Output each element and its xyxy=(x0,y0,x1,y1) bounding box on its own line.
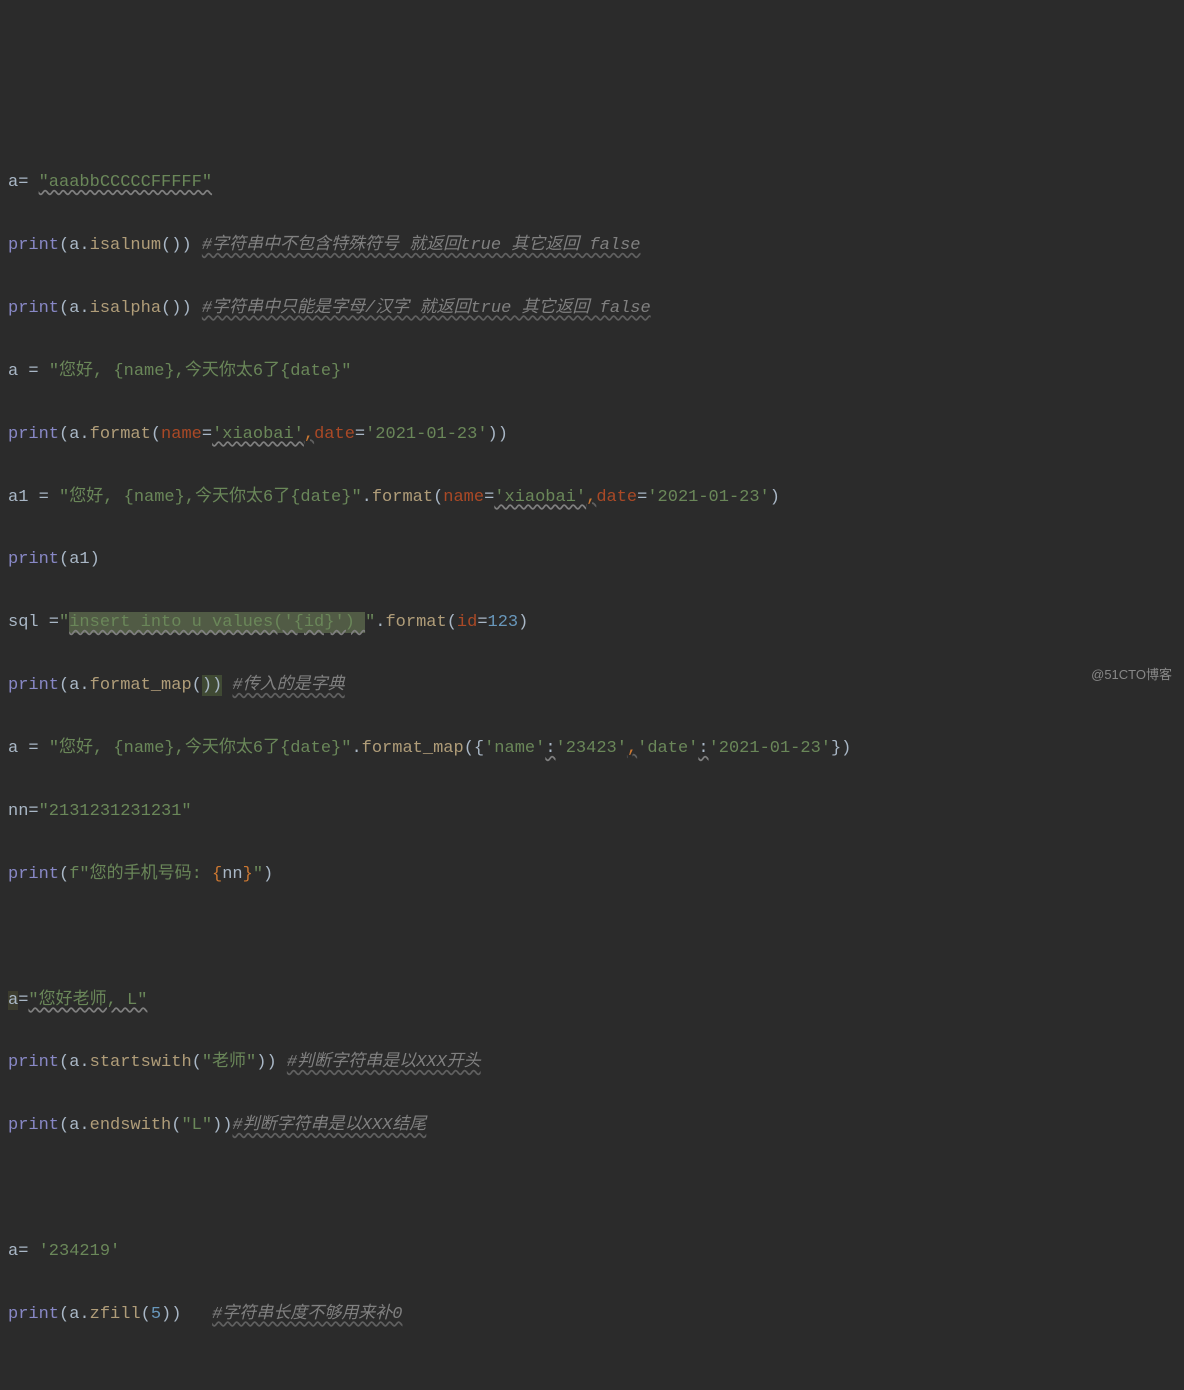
watermark: @51CTO博客 xyxy=(1091,663,1172,687)
code-editor: a= "aaabbCCCCCFFFFF" print(a.isalnum()) … xyxy=(8,136,1176,1362)
code-line-16: a= '234219' xyxy=(8,1236,1176,1267)
code-line-10: a = "您好, {name},今天你太6了{date}".format_map… xyxy=(8,733,1176,764)
code-line-13: a="您好老师, L" xyxy=(8,985,1176,1016)
code-line-12: print(f"您的手机号码: {nn}") xyxy=(8,859,1176,890)
code-line-4: a = "您好, {name},今天你太6了{date}" xyxy=(8,356,1176,387)
code-line-3: print(a.isalpha()) #字符串中只能是字母/汉字 就返回true… xyxy=(8,293,1176,324)
code-line-1: a= "aaabbCCCCCFFFFF" xyxy=(8,167,1176,198)
code-line-9: print(a.format_map()) #传入的是字典 xyxy=(8,670,1176,701)
code-line-14: print(a.startswith("老师")) #判断字符串是以XXX开头 xyxy=(8,1047,1176,1078)
code-line-15: print(a.endswith("L"))#判断字符串是以XXX结尾 xyxy=(8,1110,1176,1141)
code-line-8: sql ="insert into u values('{id}') ".for… xyxy=(8,607,1176,638)
blank-line xyxy=(8,1173,1176,1204)
code-line-17: print(a.zfill(5)) #字符串长度不够用来补0 xyxy=(8,1299,1176,1330)
code-line-5: print(a.format(name='xiaobai',date='2021… xyxy=(8,419,1176,450)
code-line-2: print(a.isalnum()) #字符串中不包含特殊符号 就返回true … xyxy=(8,230,1176,261)
code-line-11: nn="2131231231231" xyxy=(8,796,1176,827)
code-line-6: a1 = "您好, {name},今天你太6了{date}".format(na… xyxy=(8,482,1176,513)
code-line-7: print(a1) xyxy=(8,544,1176,575)
blank-line xyxy=(8,922,1176,953)
